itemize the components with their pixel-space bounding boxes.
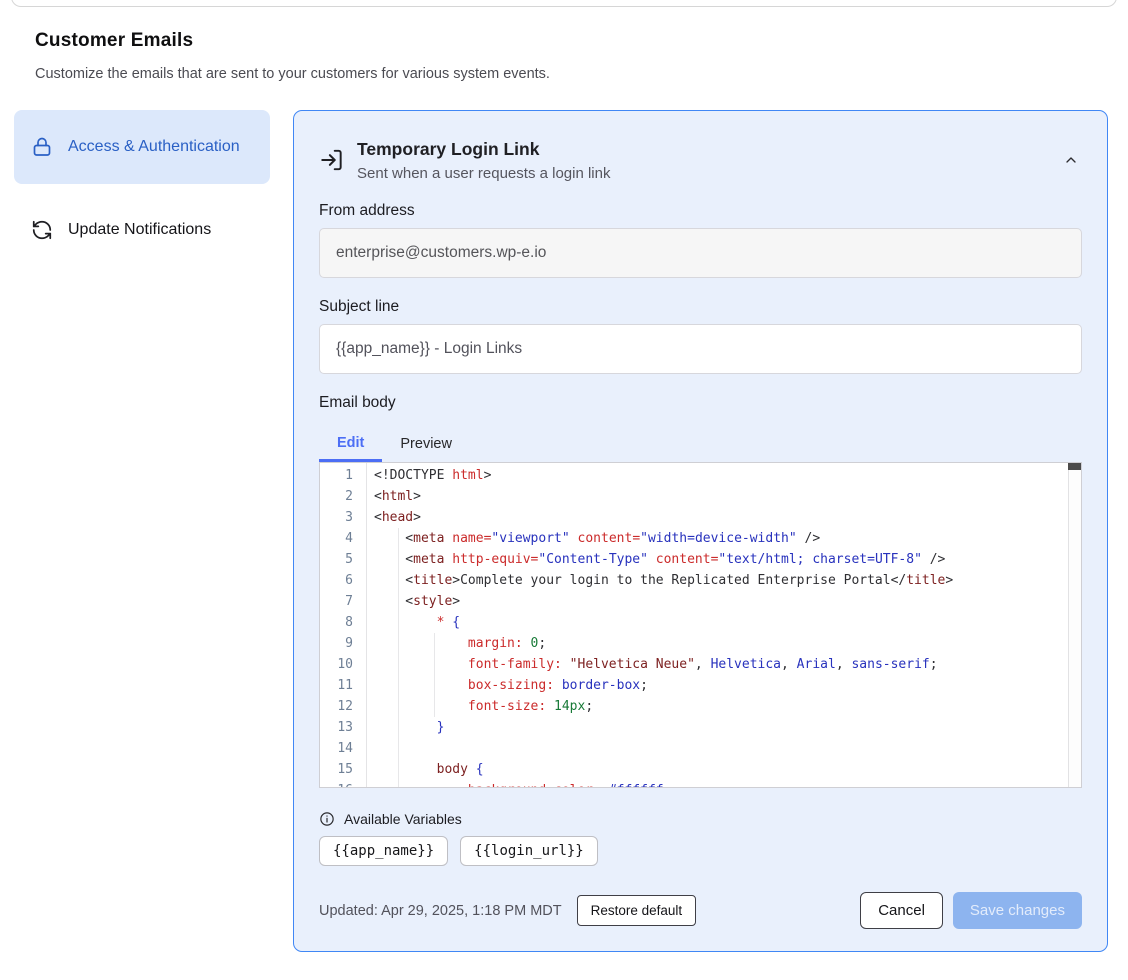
updated-timestamp: Updated: Apr 29, 2025, 1:18 PM MDT: [319, 903, 562, 919]
variable-chip-app-name[interactable]: {{app_name}}: [319, 836, 448, 866]
available-variables-label: Available Variables: [344, 811, 462, 827]
code-line: 16 background-color: #ffffff;: [320, 780, 1081, 788]
line-number: 11: [320, 675, 366, 696]
from-address-label: From address: [319, 202, 1082, 220]
line-number: 4: [320, 528, 366, 549]
subject-line-input[interactable]: [319, 324, 1082, 374]
restore-default-button[interactable]: Restore default: [577, 895, 697, 926]
indent-guide: [398, 528, 399, 787]
info-icon: [319, 811, 335, 827]
previous-card-bottom-edge: [11, 0, 1117, 7]
email-body-code-editor[interactable]: 1<!DOCTYPE html>2<html>3<head>4 <meta na…: [319, 462, 1082, 788]
line-number: 16: [320, 780, 366, 788]
line-number: 12: [320, 696, 366, 717]
customer-emails-page: Customer Emails Customize the emails tha…: [0, 0, 1128, 980]
tab-edit[interactable]: Edit: [319, 426, 382, 462]
code-line: 15 body {: [320, 759, 1081, 780]
line-number: 15: [320, 759, 366, 780]
code-line: 8 * {: [320, 612, 1081, 633]
line-number: 10: [320, 654, 366, 675]
chevron-up-icon[interactable]: [1060, 149, 1082, 171]
line-number: 6: [320, 570, 366, 591]
code-line: 1<!DOCTYPE html>: [320, 465, 1081, 486]
line-number: 1: [320, 465, 366, 486]
sidebar-item-access-authentication[interactable]: Access & Authentication: [14, 110, 270, 184]
code-line: 2<html>: [320, 486, 1081, 507]
cancel-button[interactable]: Cancel: [860, 892, 943, 929]
code-line: 7 <style>: [320, 591, 1081, 612]
code-line: 6 <title>Complete your login to the Repl…: [320, 570, 1081, 591]
email-body-tabs: Edit Preview: [319, 426, 1082, 462]
indent-guide: [434, 633, 435, 717]
line-number: 14: [320, 738, 366, 759]
page-title: Customer Emails: [35, 30, 550, 52]
code-line: 4 <meta name="viewport" content="width=d…: [320, 528, 1081, 549]
sidebar-item-update-notifications[interactable]: Update Notifications: [14, 204, 270, 256]
variable-chips: {{app_name}} {{login_url}}: [319, 836, 1082, 866]
line-number: 3: [320, 507, 366, 528]
subject-line-label: Subject line: [319, 298, 1082, 316]
code-line: 5 <meta http-equiv="Content-Type" conten…: [320, 549, 1081, 570]
code-line: 14: [320, 738, 1081, 759]
sidebar-item-label: Update Notifications: [68, 218, 211, 242]
lock-icon: [30, 135, 54, 159]
email-body-label: Email body: [319, 394, 1082, 412]
line-number: 9: [320, 633, 366, 654]
card-header: Temporary Login Link Sent when a user re…: [319, 139, 1082, 182]
variable-chip-login-url[interactable]: {{login_url}}: [460, 836, 598, 866]
sidebar-item-label: Access & Authentication: [68, 135, 240, 159]
line-number: 7: [320, 591, 366, 612]
editor-scrollbar[interactable]: [1068, 463, 1081, 787]
card-subtitle: Sent when a user requests a login link: [357, 165, 610, 182]
email-types-sidebar: Access & Authentication Update Notificat…: [14, 110, 270, 952]
page-subtitle: Customize the emails that are sent to yo…: [35, 66, 550, 82]
available-variables-row: Available Variables: [319, 811, 1082, 827]
from-address-input[interactable]: [319, 228, 1082, 278]
code-line: 3<head>: [320, 507, 1081, 528]
line-number: 13: [320, 717, 366, 738]
code-editor-lines: 1<!DOCTYPE html>2<html>3<head>4 <meta na…: [320, 463, 1081, 788]
login-icon: [319, 147, 345, 173]
temporary-login-link-card: Temporary Login Link Sent when a user re…: [293, 110, 1108, 952]
tab-preview[interactable]: Preview: [382, 426, 470, 462]
line-number: 2: [320, 486, 366, 507]
line-number: 8: [320, 612, 366, 633]
line-number: 5: [320, 549, 366, 570]
code-line: 13 }: [320, 717, 1081, 738]
save-changes-button[interactable]: Save changes: [953, 892, 1082, 929]
card-footer: Updated: Apr 29, 2025, 1:18 PM MDT Resto…: [319, 892, 1082, 929]
page-header: Customer Emails Customize the emails tha…: [35, 30, 550, 82]
editor-scrollbar-thumb[interactable]: [1068, 463, 1081, 470]
gutter-separator: [366, 463, 367, 787]
sync-icon: [30, 218, 54, 242]
card-title: Temporary Login Link: [357, 139, 610, 160]
